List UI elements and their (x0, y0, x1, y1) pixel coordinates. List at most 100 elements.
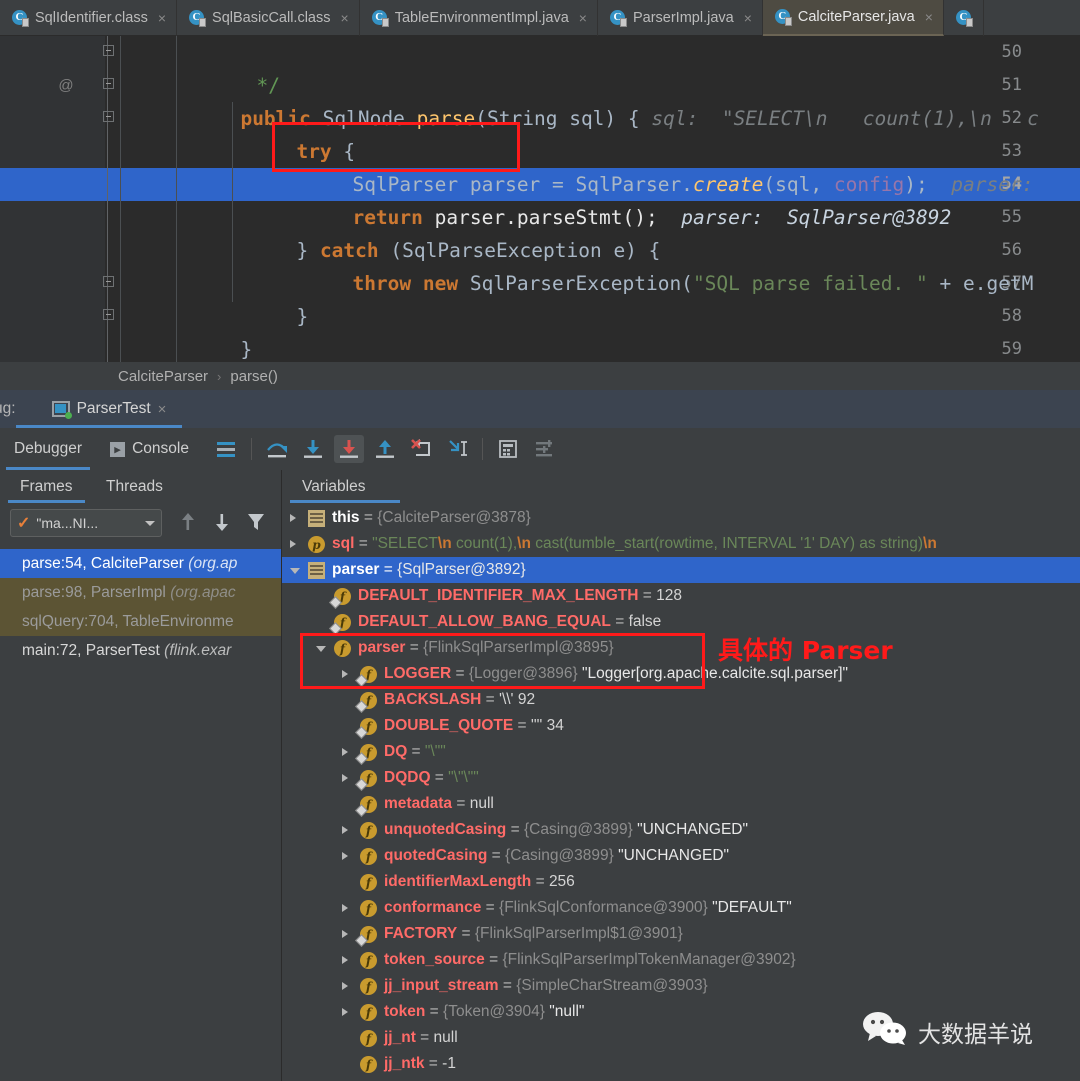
watermark-text: 大数据羊说 (918, 1021, 1033, 1048)
chevron-right-icon[interactable] (342, 826, 348, 834)
filter-icon[interactable] (246, 511, 272, 535)
variable-row-BACKSLASH[interactable]: f BACKSLASH = '\\' 92 (282, 687, 1080, 713)
fold-toggle[interactable] (101, 267, 115, 300)
debugger-toolbar[interactable]: Debugger ▶ Console (0, 428, 1080, 470)
tab-threads[interactable]: Threads (94, 470, 175, 503)
breadcrumb[interactable]: CalciteParser › parse() (0, 362, 1080, 390)
close-icon[interactable]: × (925, 9, 933, 25)
code-line-51[interactable]: public SqlNode parse(String sql) { sql: … (170, 69, 1038, 130)
variable-row-identifierMaxLength[interactable]: f identifierMaxLength = 256 (282, 869, 1080, 895)
fold-toggle[interactable] (101, 36, 115, 69)
editor-tab-calciteparser[interactable]: C CalciteParser.java × (762, 0, 944, 36)
variable-row-quotedCasing[interactable]: f quotedCasing = {Casing@3899} "UNCHANGED… (282, 843, 1080, 869)
code-line-58[interactable]: } (170, 300, 252, 361)
code-line-55[interactable]: } catch (SqlParseException e) { (226, 201, 660, 262)
editor-tab-tableenvironmentimpl[interactable]: C TableEnvironmentImpl.java × (360, 0, 598, 36)
drop-frame-icon[interactable] (406, 435, 436, 463)
variable-row-token_source[interactable]: f token_source = {FlinkSqlParserImplToken… (282, 947, 1080, 973)
variable-row-parser[interactable]: f parser = {FlinkSqlParserImpl@3895} (282, 635, 1080, 661)
settings-icon[interactable] (529, 435, 559, 463)
run-to-cursor-icon[interactable] (442, 435, 472, 463)
variable-row-LOGGER[interactable]: f LOGGER = {Logger@3896} "Logger[org.apac… (282, 661, 1080, 687)
chevron-right-icon[interactable] (342, 852, 348, 860)
editor-tab-bar[interactable]: C SqlIdentifier.class × C SqlBasicCall.c… (0, 0, 1080, 36)
breadcrumb-class[interactable]: CalciteParser (118, 368, 208, 385)
chevron-right-icon[interactable] (342, 748, 348, 756)
variable-row-DOUBLE_QUOTE[interactable]: f DOUBLE_QUOTE = '"' 34 (282, 713, 1080, 739)
variable-row-sql[interactable]: p sql = "SELECT\n count(1),\n cast(tumble… (282, 531, 1080, 557)
debugger-panel-tabs[interactable]: Frames Threads Variables (0, 470, 1080, 503)
editor-tab-sqlbasiccall[interactable]: C SqlBasicCall.class × (177, 0, 360, 36)
thread-selector[interactable]: ✓ "ma...NI... (10, 509, 162, 537)
fold-toggle[interactable] (101, 300, 115, 333)
editor-tab-parserimpl[interactable]: C ParserImpl.java × (598, 0, 763, 36)
chevron-right-icon[interactable] (342, 956, 348, 964)
chevron-right-icon[interactable] (342, 1008, 348, 1016)
editor-tab-overflow[interactable]: C (944, 0, 984, 36)
tab-frames[interactable]: Frames (8, 470, 85, 503)
close-icon[interactable]: × (341, 10, 349, 26)
force-step-into-icon[interactable] (333, 435, 364, 463)
close-icon[interactable]: × (579, 10, 587, 26)
annotation-marker[interactable]: @ (56, 69, 76, 102)
line-number: 59 (1001, 339, 1022, 359)
code-line-53[interactable]: SqlParser parser = SqlParser.create(sql,… (282, 135, 1033, 196)
code-line-57[interactable]: } (226, 267, 308, 328)
frame-row-3[interactable]: main:72, ParserTest (flink.exar (0, 636, 281, 665)
step-over-icon[interactable] (262, 435, 292, 463)
variable-row-jj_ntk[interactable]: f jj_ntk = -1 (282, 1051, 1080, 1077)
code-line-50[interactable]: */ (186, 36, 279, 97)
breadcrumb-method[interactable]: parse() (230, 368, 278, 385)
variable-row-FACTORY[interactable]: f FACTORY = {FlinkSqlParserImpl$1@3901} (282, 921, 1080, 947)
code-line-52[interactable]: try { (226, 102, 355, 163)
editor-tab-sqlidentifier[interactable]: C SqlIdentifier.class × (0, 0, 178, 36)
variable-row-DQDQ[interactable]: f DQDQ = "\"\"" (282, 765, 1080, 791)
java-file-icon: C (774, 8, 792, 26)
code-line-56[interactable]: throw new SqlParserException("SQL parse … (282, 234, 1033, 295)
variable-row-DEFAULT_ALLOW_BANG_EQUAL[interactable]: f DEFAULT_ALLOW_BANG_EQUAL = false (282, 609, 1080, 635)
variable-row-DQ[interactable]: f DQ = "\"" (282, 739, 1080, 765)
frames-panel[interactable]: ✓ "ma...NI... parse:54, CalciteParser (o… (0, 503, 281, 1081)
variable-row-DEFAULT_IDENTIFIER_MAX_LENGTH[interactable]: f DEFAULT_IDENTIFIER_MAX_LENGTH = 128 (282, 583, 1080, 609)
variable-row-parser[interactable]: parser = {SqlParser@3892} (282, 557, 1080, 583)
step-into-icon[interactable] (298, 435, 328, 463)
chevron-down-icon[interactable] (145, 520, 155, 526)
chevron-right-icon[interactable] (290, 540, 296, 548)
frame-row-1[interactable]: parse:98, ParserImpl (org.apac (0, 578, 281, 607)
close-icon[interactable]: × (158, 10, 166, 26)
variable-row-jj_input_stream[interactable]: f jj_input_stream = {SimpleCharStream@390… (282, 973, 1080, 999)
variables-panel[interactable]: this = {CalciteParser@3878} p sql = "SELEC… (282, 503, 1080, 1081)
chevron-right-icon[interactable] (342, 670, 348, 678)
close-icon[interactable]: × (744, 10, 752, 26)
variable-row-metadata[interactable]: f metadata = null (282, 791, 1080, 817)
show-execution-point-icon[interactable] (211, 435, 241, 463)
evaluate-expression-icon[interactable] (493, 435, 523, 463)
frame-up-icon[interactable] (178, 511, 204, 535)
chevron-right-icon[interactable] (290, 514, 296, 522)
close-icon[interactable]: × (158, 401, 167, 418)
chevron-right-icon[interactable] (342, 774, 348, 782)
chevron-right-icon[interactable] (342, 982, 348, 990)
chevron-right-icon[interactable] (342, 930, 348, 938)
chevron-down-icon[interactable] (290, 568, 300, 574)
frame-row-0[interactable]: parse:54, CalciteParser (org.ap (0, 549, 281, 578)
frame-down-icon[interactable] (212, 511, 238, 535)
tab-console[interactable]: ▶ Console (96, 428, 203, 470)
chevron-right-icon: › (217, 368, 222, 384)
editor-tab-label: SqlBasicCall.class (212, 10, 331, 26)
chevron-right-icon[interactable] (342, 904, 348, 912)
variable-row-unquotedCasing[interactable]: f unquotedCasing = {Casing@3899} "UNCHANG… (282, 817, 1080, 843)
run-configuration-tab[interactable]: ParserTest × (15, 390, 183, 428)
step-out-icon[interactable] (370, 435, 400, 463)
fold-toggle[interactable] (101, 102, 115, 135)
code-editor[interactable]: 50 51 52 53 54 55 56 57 58 59 @ */ publi… (0, 36, 1080, 362)
object-icon (308, 510, 325, 527)
tab-variables[interactable]: Variables (290, 470, 400, 503)
code-line-54[interactable]: return parser.parseStmt(); parser: SqlPa… (282, 168, 951, 229)
fold-toggle[interactable] (101, 69, 115, 102)
chevron-down-icon[interactable] (316, 646, 326, 652)
variable-row-this[interactable]: this = {CalciteParser@3878} (282, 505, 1080, 531)
tab-debugger[interactable]: Debugger (0, 428, 96, 470)
frame-row-2[interactable]: sqlQuery:704, TableEnvironme (0, 607, 281, 636)
variable-row-conformance[interactable]: f conformance = {FlinkSqlConformance@3900… (282, 895, 1080, 921)
